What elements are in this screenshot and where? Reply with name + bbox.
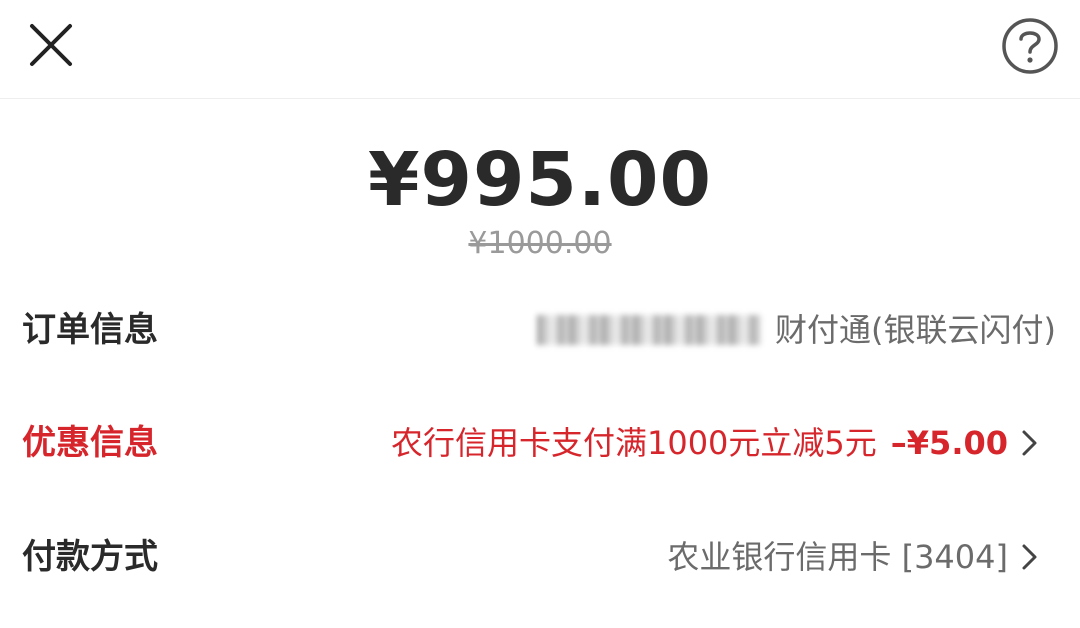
order-info-text: 财付通(银联云闪付)	[775, 311, 1056, 349]
payment-method-label: 付款方式	[22, 537, 158, 577]
payment-amount: ¥995.00	[367, 137, 713, 223]
help-circle-icon[interactable]	[1000, 16, 1060, 76]
chevron-right-icon	[1016, 543, 1044, 571]
close-icon[interactable]	[22, 16, 80, 74]
discount-amount: –¥5.00	[890, 424, 1008, 462]
original-amount: ¥1000.00	[468, 226, 612, 261]
order-info-value: 财付通(银联云闪付)	[537, 295, 1056, 365]
discount-info-value: 农行信用卡支付满1000元立减5元 –¥5.00	[391, 408, 1038, 478]
top-bar	[0, 0, 1080, 99]
discount-description: 农行信用卡支付满1000元立减5元	[390, 424, 877, 462]
payment-method-row[interactable]: 付款方式 农业银行信用卡 [3404]	[0, 522, 1080, 592]
discount-info-row[interactable]: 优惠信息 农行信用卡支付满1000元立减5元 –¥5.00	[0, 408, 1080, 478]
payment-method-value: 农业银行信用卡 [3404]	[667, 538, 1008, 576]
discount-info-label: 优惠信息	[22, 423, 158, 463]
chevron-right-icon	[1016, 429, 1044, 457]
amount-block: ¥995.00 ¥1000.00	[0, 138, 1080, 262]
order-info-row: 订单信息 财付通(银联云闪付)	[0, 295, 1080, 365]
order-info-label: 订单信息	[22, 310, 158, 350]
blurred-merchant-name	[537, 315, 762, 345]
